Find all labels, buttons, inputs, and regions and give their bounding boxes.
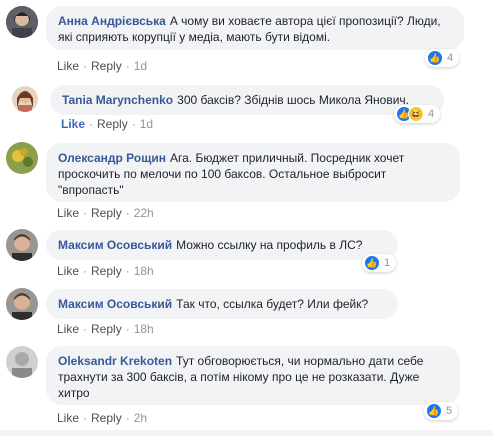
comment-bubble: Анна Андрієвська А чому ви ховаєте автора…: [46, 6, 464, 50]
separator: ·: [89, 117, 94, 131]
comment-author[interactable]: Олександр Рощин: [58, 151, 166, 165]
avatar-photo-icon: [6, 229, 38, 261]
comment-author[interactable]: Максим Осовський: [58, 238, 172, 252]
separator: ·: [83, 206, 88, 220]
avatar-photo-icon: [6, 346, 38, 378]
like-button[interactable]: Like: [57, 206, 79, 220]
next-comment-edge: [0, 430, 493, 436]
comment-actions: Like · Reply · 1d: [61, 117, 153, 131]
reaction-summary[interactable]: 👍 1: [362, 254, 397, 272]
comment-bubble: Tania Marynchenko 300 баксів? Збіднів шос…: [50, 85, 444, 115]
like-icon: 👍: [427, 50, 443, 66]
avatar[interactable]: [6, 288, 38, 320]
reply-button[interactable]: Reply: [91, 59, 122, 73]
comment-text: Можно ссылку на профиль в ЛС?: [176, 238, 363, 252]
comment-actions: Like · Reply · 22h: [57, 206, 154, 220]
reaction-count: 1: [384, 257, 391, 269]
comment-bubble: Oleksandr Krekoten Тут обговорюється, чи …: [46, 346, 460, 405]
separator: ·: [125, 59, 130, 73]
separator: ·: [125, 411, 130, 425]
separator: ·: [125, 206, 130, 220]
comment-author[interactable]: Oleksandr Krekoten: [58, 354, 172, 368]
avatar-photo-icon: [6, 142, 38, 174]
separator: ·: [83, 59, 88, 73]
comment-time[interactable]: 1d: [134, 59, 147, 73]
separator: ·: [83, 411, 88, 425]
comment-text: Так что, ссылка будет? Или фейк?: [176, 297, 369, 311]
avatar-photo-icon: [6, 288, 38, 320]
like-button[interactable]: Like: [57, 264, 79, 278]
reaction-summary[interactable]: 👍 😆 4: [394, 105, 441, 123]
comment-time[interactable]: 22h: [134, 206, 154, 220]
reaction-count: 4: [447, 52, 454, 64]
comment-time[interactable]: 2h: [134, 411, 147, 425]
comment-author[interactable]: Максим Осовський: [58, 297, 172, 311]
comment-bubble: Максим Осовський Так что, ссылка будет? И…: [46, 289, 398, 319]
reaction-summary[interactable]: 👍 4: [425, 49, 460, 67]
avatar[interactable]: [6, 6, 38, 38]
reply-button[interactable]: Reply: [91, 322, 122, 336]
comment-author[interactable]: Анна Андрієвська: [58, 14, 166, 28]
separator: ·: [83, 264, 88, 278]
reply-button[interactable]: Reply: [97, 117, 128, 131]
comment-author[interactable]: Tania Marynchenko: [62, 93, 173, 107]
comment-actions: Like · Reply · 2h: [57, 411, 147, 425]
reaction-count: 5: [446, 405, 453, 417]
comment-time[interactable]: 1d: [140, 117, 153, 131]
like-button[interactable]: Like: [61, 117, 85, 131]
comment-bubble: Олександр Рощин Ага. Бюджет приличный. По…: [46, 143, 460, 202]
avatar[interactable]: [6, 142, 38, 174]
comment-actions: Like · Reply · 18h: [57, 264, 154, 278]
reply-button[interactable]: Reply: [91, 411, 122, 425]
reply-button[interactable]: Reply: [91, 264, 122, 278]
comment-actions: Like · Reply · 18h: [57, 322, 154, 336]
avatar[interactable]: [6, 229, 38, 261]
reaction-summary[interactable]: 👍 5: [424, 402, 459, 420]
like-icon: 👍: [426, 403, 442, 419]
like-button[interactable]: Like: [57, 322, 79, 336]
comment-time[interactable]: 18h: [134, 322, 154, 336]
avatar[interactable]: [6, 346, 38, 378]
avatar[interactable]: [12, 86, 38, 112]
separator: ·: [83, 322, 88, 336]
avatar-photo-icon: [6, 6, 38, 38]
separator: ·: [125, 322, 130, 336]
like-icon: 👍: [364, 255, 380, 271]
like-button[interactable]: Like: [57, 411, 79, 425]
separator: ·: [125, 264, 130, 278]
avatar-photo-icon: [12, 86, 38, 112]
comment-time[interactable]: 18h: [134, 264, 154, 278]
comment-actions: Like · Reply · 1d: [57, 59, 147, 73]
comment-bubble: Максим Осовський Можно ссылку на профиль …: [46, 230, 398, 260]
haha-icon: 😆: [408, 106, 424, 122]
comment-text: 300 баксів? Збіднів шось Микола Янович.: [177, 93, 410, 107]
like-button[interactable]: Like: [57, 59, 79, 73]
reaction-count: 4: [428, 108, 435, 120]
separator: ·: [131, 117, 136, 131]
reply-button[interactable]: Reply: [91, 206, 122, 220]
